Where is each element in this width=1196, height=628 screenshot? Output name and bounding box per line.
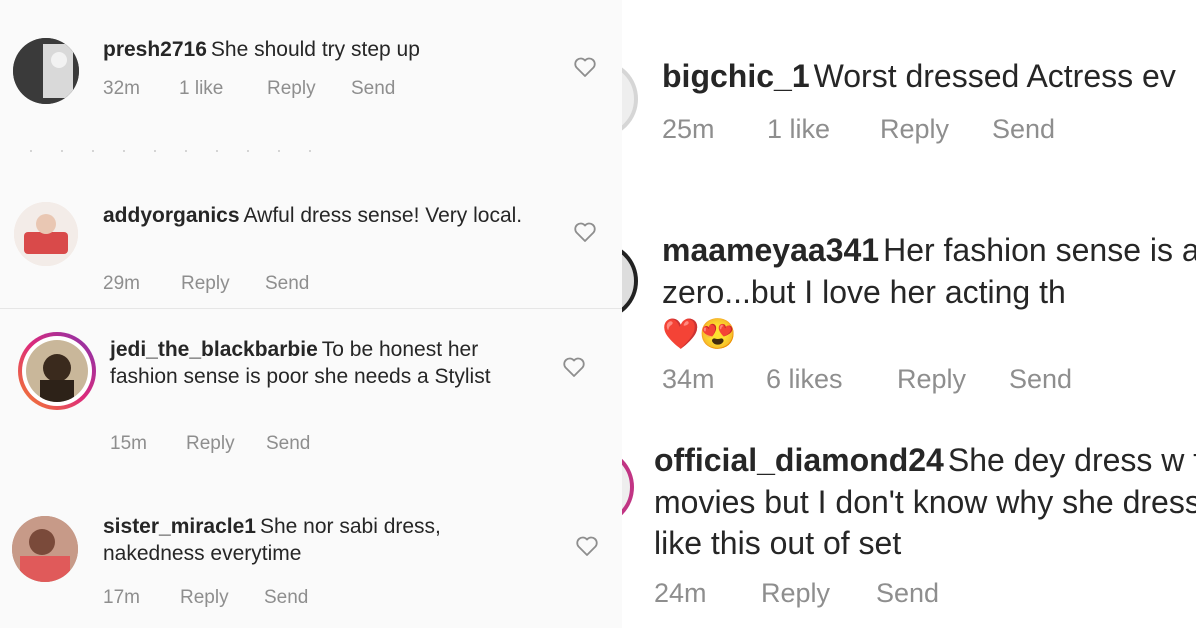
reply-button[interactable]: Reply — [761, 578, 876, 609]
send-button[interactable]: Send — [264, 587, 308, 609]
reply-button[interactable]: Reply — [186, 433, 266, 455]
comment-body: Worst dressed Actress ev — [813, 58, 1176, 94]
reply-button[interactable]: Reply — [180, 587, 264, 609]
comment-text: official_diamond24She dey dress w for mo… — [654, 440, 1196, 565]
story-ring[interactable] — [18, 332, 96, 410]
avatar[interactable] — [13, 38, 79, 104]
divider — [0, 308, 622, 309]
avatar-image — [14, 202, 78, 266]
story-ring[interactable] — [622, 448, 634, 526]
comment-meta: 25m 1 like Reply Send — [662, 114, 1055, 145]
username[interactable]: bigchic_1 — [662, 58, 810, 94]
comment-item: addyorganics Awful dress sense! Very loca… — [0, 190, 622, 308]
username[interactable]: addyorganics — [103, 204, 240, 227]
heart-icon[interactable] — [575, 535, 599, 557]
heart-icon[interactable] — [573, 221, 597, 243]
send-button[interactable]: Send — [265, 273, 309, 295]
username[interactable]: sister_miracle1 — [103, 515, 256, 538]
comment-item: maameyaa341Her fashion sense is always z… — [622, 222, 1196, 412]
avatar-image — [26, 340, 88, 402]
comment-text: addyorganics Awful dress sense! Very loca… — [103, 202, 551, 229]
reply-button[interactable]: Reply — [880, 114, 992, 145]
username[interactable]: jedi_the_blackbarbie — [110, 338, 318, 361]
avatar[interactable] — [622, 60, 638, 138]
comment-meta: 29m Reply Send — [103, 273, 309, 295]
timestamp: 34m — [662, 364, 715, 394]
comment-line: maameyaa341Her fashion sense is always z… — [662, 230, 1196, 313]
heart-icon[interactable] — [573, 56, 597, 78]
comment-meta: 15m Reply Send — [110, 433, 310, 455]
reply-button[interactable]: Reply — [267, 78, 351, 100]
avatar-image — [12, 516, 78, 582]
divider-dots: · · · · · · · · · · — [28, 140, 323, 160]
timestamp: 32m — [103, 78, 140, 99]
emoji-reactions: ❤️😍 — [662, 318, 737, 352]
like-count[interactable]: 1 like — [179, 78, 267, 100]
username[interactable]: official_diamond24 — [654, 442, 944, 478]
comment-text: bigchic_1 Worst dressed Actress ev — [662, 56, 1196, 98]
timestamp: 24m — [654, 578, 707, 608]
avatar[interactable] — [14, 202, 78, 266]
send-button[interactable]: Send — [1009, 364, 1072, 395]
comment-text: sister_miracle1 She nor sabi dress, naked… — [103, 513, 543, 568]
timestamp: 25m — [662, 114, 715, 144]
timestamp: 15m — [110, 433, 147, 454]
comment-text: jedi_the_blackbarbie To be honest her fas… — [110, 336, 540, 391]
left-comments-panel: presh2716 She should try step up 32m 1 lik… — [0, 0, 622, 628]
reply-button[interactable]: Reply — [181, 273, 265, 295]
send-button[interactable]: Send — [876, 578, 939, 609]
right-comments-panel: bigchic_1 Worst dressed Actress ev 25m 1 l… — [622, 0, 1196, 628]
comment-meta: 32m 1 like Reply Send — [103, 78, 395, 100]
comment-item: bigchic_1 Worst dressed Actress ev 25m 1 l… — [622, 0, 1196, 170]
comment-meta: 24m Reply Send — [654, 578, 939, 609]
timestamp: 17m — [103, 587, 140, 608]
avatar[interactable] — [12, 516, 78, 582]
send-button[interactable]: Send — [992, 114, 1055, 145]
comment-item: sister_miracle1 She nor sabi dress, naked… — [0, 505, 622, 628]
comment-body: She should try step up — [210, 38, 420, 61]
timestamp: 29m — [103, 273, 140, 294]
username[interactable]: presh2716 — [103, 38, 207, 61]
comment-body: Awful dress sense! Very local. — [243, 204, 523, 227]
avatar-image — [13, 38, 79, 104]
comment-item: official_diamond24She dey dress w for mo… — [622, 430, 1196, 628]
send-button[interactable]: Send — [266, 433, 310, 455]
comment-text: maameyaa341Her fashion sense is always z… — [662, 230, 1196, 354]
avatar[interactable] — [622, 242, 638, 320]
username[interactable]: maameyaa341 — [662, 232, 879, 268]
comment-text: presh2716 She should try step up — [103, 36, 543, 63]
like-count[interactable]: 6 likes — [766, 364, 897, 395]
send-button[interactable]: Send — [351, 78, 395, 100]
heart-icon[interactable] — [562, 356, 586, 378]
comment-item: jedi_the_blackbarbie To be honest her fas… — [0, 320, 622, 480]
comment-meta: 17m Reply Send — [103, 587, 308, 609]
comment-item: presh2716 She should try step up 32m 1 lik… — [0, 0, 622, 150]
reply-button[interactable]: Reply — [897, 364, 1009, 395]
like-count[interactable]: 1 like — [767, 114, 880, 145]
comment-meta: 34m 6 likes Reply Send — [662, 364, 1072, 395]
